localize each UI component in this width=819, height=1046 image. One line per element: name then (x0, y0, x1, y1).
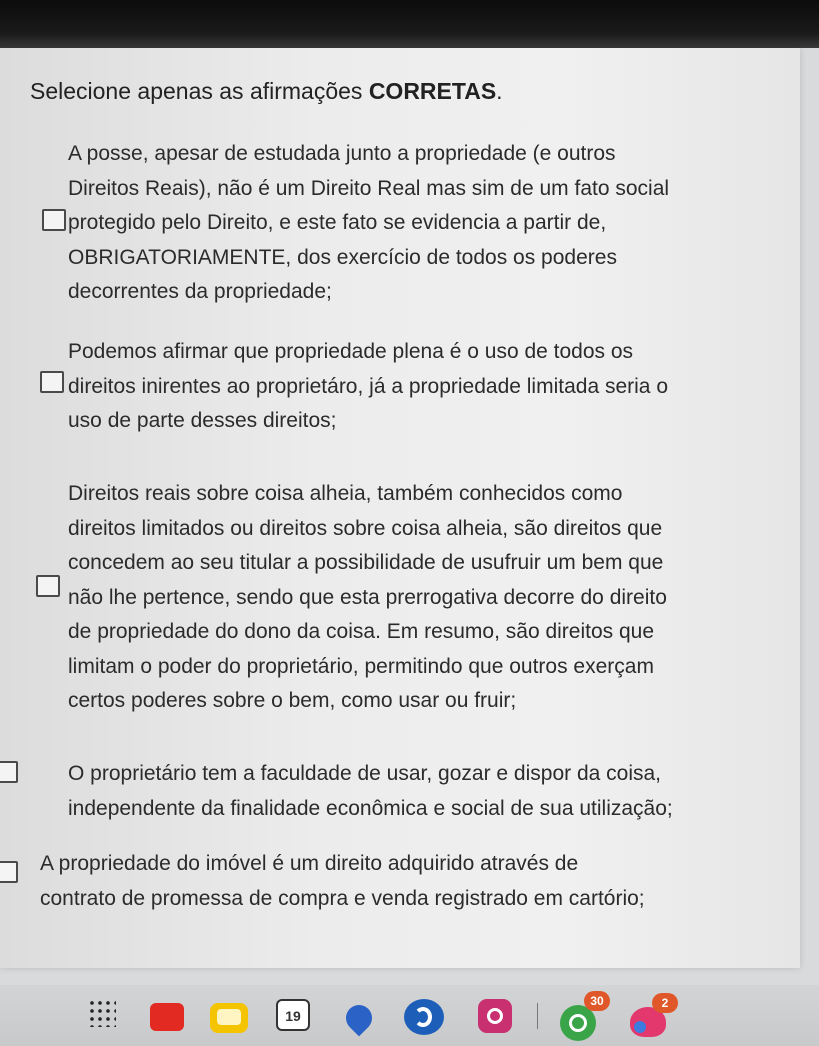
apps-grid-icon[interactable] (88, 999, 116, 1027)
edge-browser-icon[interactable] (404, 999, 444, 1035)
taskbar: 19 30 2 (0, 985, 819, 1046)
option-2-text: Podemos afirmar que propriedade plena é … (68, 340, 668, 432)
option-5-text: A propriedade do imóvel é um direito adq… (40, 852, 645, 910)
option-1-checkbox[interactable] (42, 209, 66, 231)
option-5-checkbox[interactable] (0, 861, 18, 883)
option-4-text: O proprietário tem a faculdade de usar, … (68, 762, 673, 820)
taskbar-divider (537, 1003, 538, 1029)
option-1-text: A posse, apesar de estudada junto a prop… (68, 142, 670, 303)
instagram-icon[interactable] (478, 999, 512, 1033)
screen-bezel (0, 0, 819, 48)
question-title-emphasis: CORRETAS (368, 78, 497, 104)
calendar-day: 19 (285, 1008, 301, 1024)
option-2-checkbox[interactable] (40, 371, 64, 393)
maps-pin-icon[interactable] (340, 999, 378, 1037)
question-title: Selecione apenas as afirmações CORRETAS. (30, 78, 503, 104)
notes-icon[interactable] (210, 1003, 248, 1033)
red-app-icon[interactable] (150, 1003, 184, 1031)
calendar-icon[interactable]: 19 (276, 999, 310, 1031)
whatsapp-badge: 30 (584, 991, 610, 1011)
option-3-checkbox[interactable] (36, 575, 60, 597)
pink-app-badge: 2 (652, 993, 678, 1013)
option-4-checkbox[interactable] (0, 761, 18, 783)
option-3-text: Direitos reais sobre coisa alheia, també… (68, 482, 667, 712)
